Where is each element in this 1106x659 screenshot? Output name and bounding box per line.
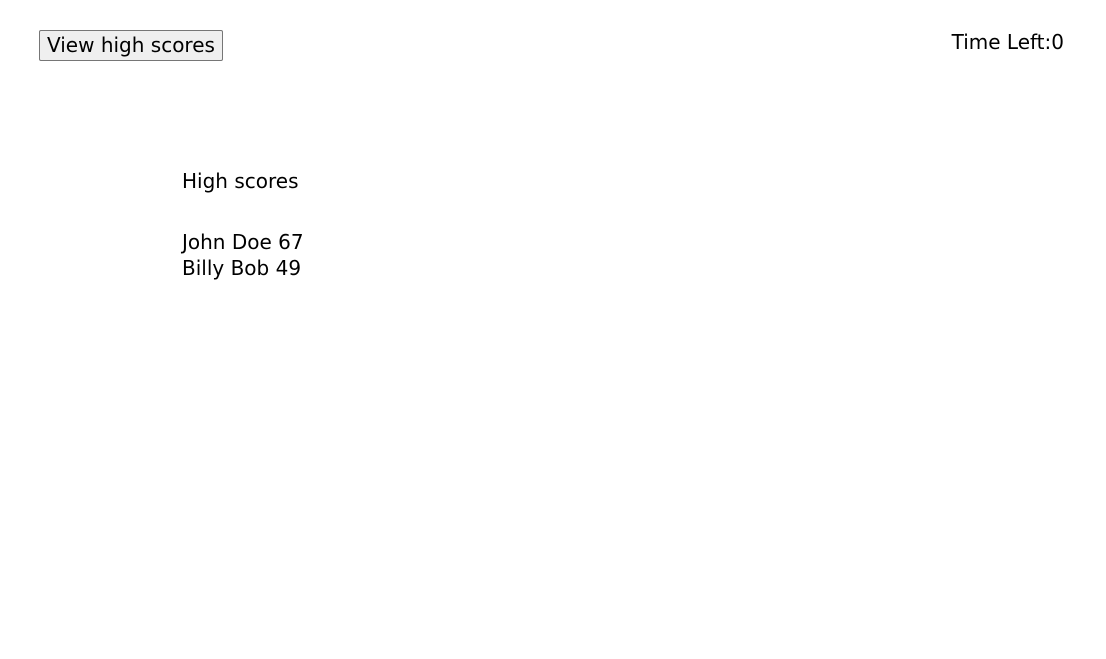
high-scores-list: John Doe 67 Billy Bob 49 [182,229,304,281]
score-entry-name: John Doe [182,230,272,254]
quiz-page: View high scores Time Left:0 High scores… [0,0,1106,659]
view-high-scores-button[interactable]: View high scores [39,30,223,61]
score-entry: John Doe 67 [182,229,304,255]
score-entry-value: 67 [278,230,304,254]
timer: Time Left:0 [952,30,1064,54]
high-scores-title: High scores [182,169,299,193]
score-entry-name: Billy Bob [182,256,270,280]
score-entry-value: 49 [275,256,302,280]
timer-label: Time Left: [951,30,1052,54]
high-scores-panel: High scores John Doe 67 Billy Bob 49 [182,169,304,281]
timer-value: 0 [1051,30,1064,54]
score-entry: Billy Bob 49 [182,255,304,281]
